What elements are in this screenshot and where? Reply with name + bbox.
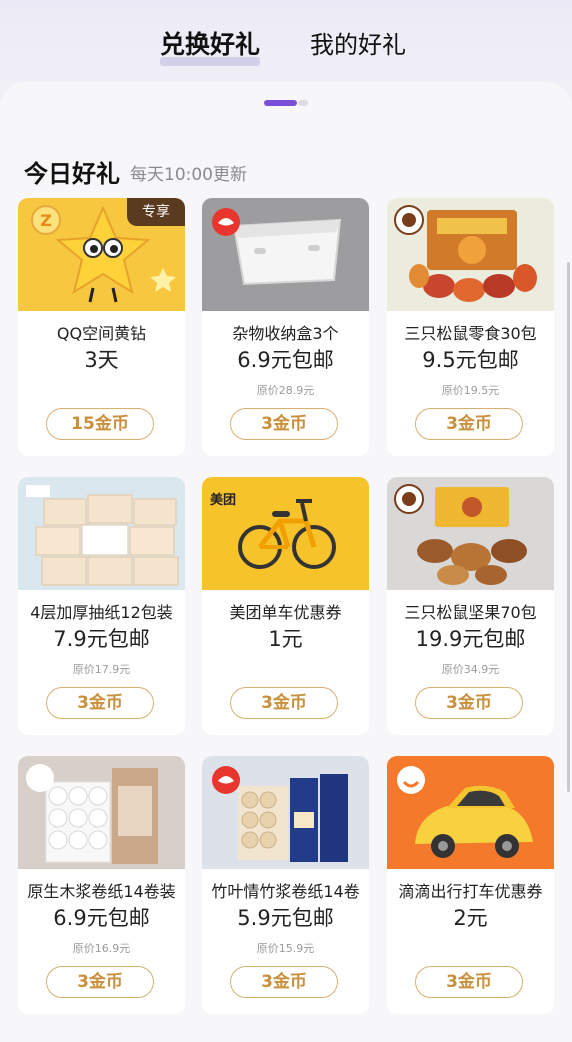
tab-my-gifts[interactable]: 我的好礼 (310, 28, 406, 62)
gift-card-qq-yellow-diamond[interactable]: Z 专享 QQ空间黄钻 3天 15金币 (18, 198, 185, 456)
tab-exchange-label: 兑换好礼 (160, 30, 261, 59)
bamboo-paper-rolls-icon (212, 766, 348, 862)
car-icon (397, 766, 533, 858)
gift-title: 三只松鼠坚果70包 (404, 603, 537, 622)
original-price: 原价28.9元 (256, 384, 315, 397)
product-image: Z 专享 (18, 198, 185, 311)
gift-price: 2元 (453, 906, 488, 930)
product-image (202, 756, 369, 869)
gift-title: 4层加厚抽纸12包装 (30, 603, 173, 622)
nuts-gift-box-icon (394, 484, 527, 585)
gift-card-meituan-bike[interactable]: 美团 美团单车优惠券 1元 3金币 (202, 477, 369, 735)
product-image (18, 756, 185, 869)
gift-title: QQ空间黄钻 (56, 324, 147, 343)
gift-card-didi-ride[interactable]: 滴滴出行打车优惠券 2元 3金币 (387, 756, 554, 1014)
gift-card-tissue-pack[interactable]: 4层加厚抽纸12包装 7.9元包邮 原价17.9元 3金币 (18, 477, 185, 735)
gift-title: 原生木浆卷纸14卷装 (27, 882, 176, 901)
toilet-paper-rolls-icon (26, 764, 158, 864)
storage-box-icon (212, 208, 342, 286)
redeem-button[interactable]: 3金币 (415, 408, 523, 440)
top-tabs: 兑换好礼 我的好礼 (0, 0, 572, 84)
redeem-button[interactable]: 15金币 (46, 408, 154, 440)
redeem-button[interactable]: 3金币 (46, 966, 154, 998)
gift-card-toilet-paper-bamboo[interactable]: 竹叶情竹浆卷纸14卷 5.9元包邮 原价15.9元 3金币 (202, 756, 369, 1014)
gift-price: 6.9元包邮 (237, 348, 334, 372)
product-image (387, 756, 554, 869)
gift-title: 滴滴出行打车优惠券 (398, 882, 543, 901)
gift-price: 1元 (268, 627, 303, 651)
tab-mine-label: 我的好礼 (310, 31, 406, 59)
tab-exchange-gifts[interactable]: 兑换好礼 (160, 28, 261, 66)
scrollbar[interactable] (567, 262, 570, 792)
product-image (18, 477, 185, 590)
page-indicator-active (264, 100, 297, 106)
product-image (387, 477, 554, 590)
gift-card-storage-box[interactable]: 杂物收纳盒3个 6.9元包邮 原价28.9元 3金币 (202, 198, 369, 456)
gift-price: 19.9元包邮 (415, 627, 526, 651)
gift-price: 9.5元包邮 (422, 348, 519, 372)
product-image (387, 198, 554, 311)
original-price: 原价15.9元 (256, 942, 315, 955)
redeem-button[interactable]: 3金币 (46, 687, 154, 719)
meituan-logo: 美团 (210, 493, 237, 508)
redeem-button[interactable]: 3金币 (230, 408, 338, 440)
gift-title: 美团单车优惠券 (229, 603, 342, 622)
gift-price: 3天 (84, 348, 119, 372)
gift-price: 7.9元包邮 (53, 627, 150, 651)
snack-bags-icon (394, 205, 537, 302)
gift-title: 杂物收纳盒3个 (232, 324, 339, 343)
section-subtitle: 每天10:00更新 (130, 165, 247, 185)
original-price: 原价19.5元 (441, 384, 500, 397)
tissue-boxes-icon (26, 485, 179, 586)
redeem-button[interactable]: 3金币 (415, 687, 523, 719)
gift-card-squirrel-snacks[interactable]: 三只松鼠零食30包 9.5元包邮 原价19.5元 3金币 (387, 198, 554, 456)
gift-card-squirrel-nuts[interactable]: 三只松鼠坚果70包 19.9元包邮 原价34.9元 3金币 (387, 477, 554, 735)
exclusive-tag: 专享 (127, 198, 185, 226)
gift-card-toilet-paper-wood[interactable]: 原生木浆卷纸14卷装 6.9元包邮 原价16.9元 3金币 (18, 756, 185, 1014)
original-price: 原价17.9元 (72, 663, 131, 676)
svg-text:Z: Z (40, 211, 52, 230)
section-title: 今日好礼 (24, 160, 120, 188)
gift-price: 5.9元包邮 (237, 906, 334, 930)
gift-title: 竹叶情竹浆卷纸14卷 (211, 882, 360, 901)
redeem-button[interactable]: 3金币 (230, 966, 338, 998)
product-image: 美团 (202, 477, 369, 590)
page-indicator-inactive (298, 100, 308, 106)
page-indicator (264, 100, 308, 106)
gift-price: 6.9元包邮 (53, 906, 150, 930)
original-price: 原价16.9元 (72, 942, 131, 955)
redeem-button[interactable]: 3金币 (230, 687, 338, 719)
redeem-button[interactable]: 3金币 (415, 966, 523, 998)
product-image (202, 198, 369, 311)
gift-title: 三只松鼠零食30包 (404, 324, 537, 343)
original-price: 原价34.9元 (441, 663, 500, 676)
